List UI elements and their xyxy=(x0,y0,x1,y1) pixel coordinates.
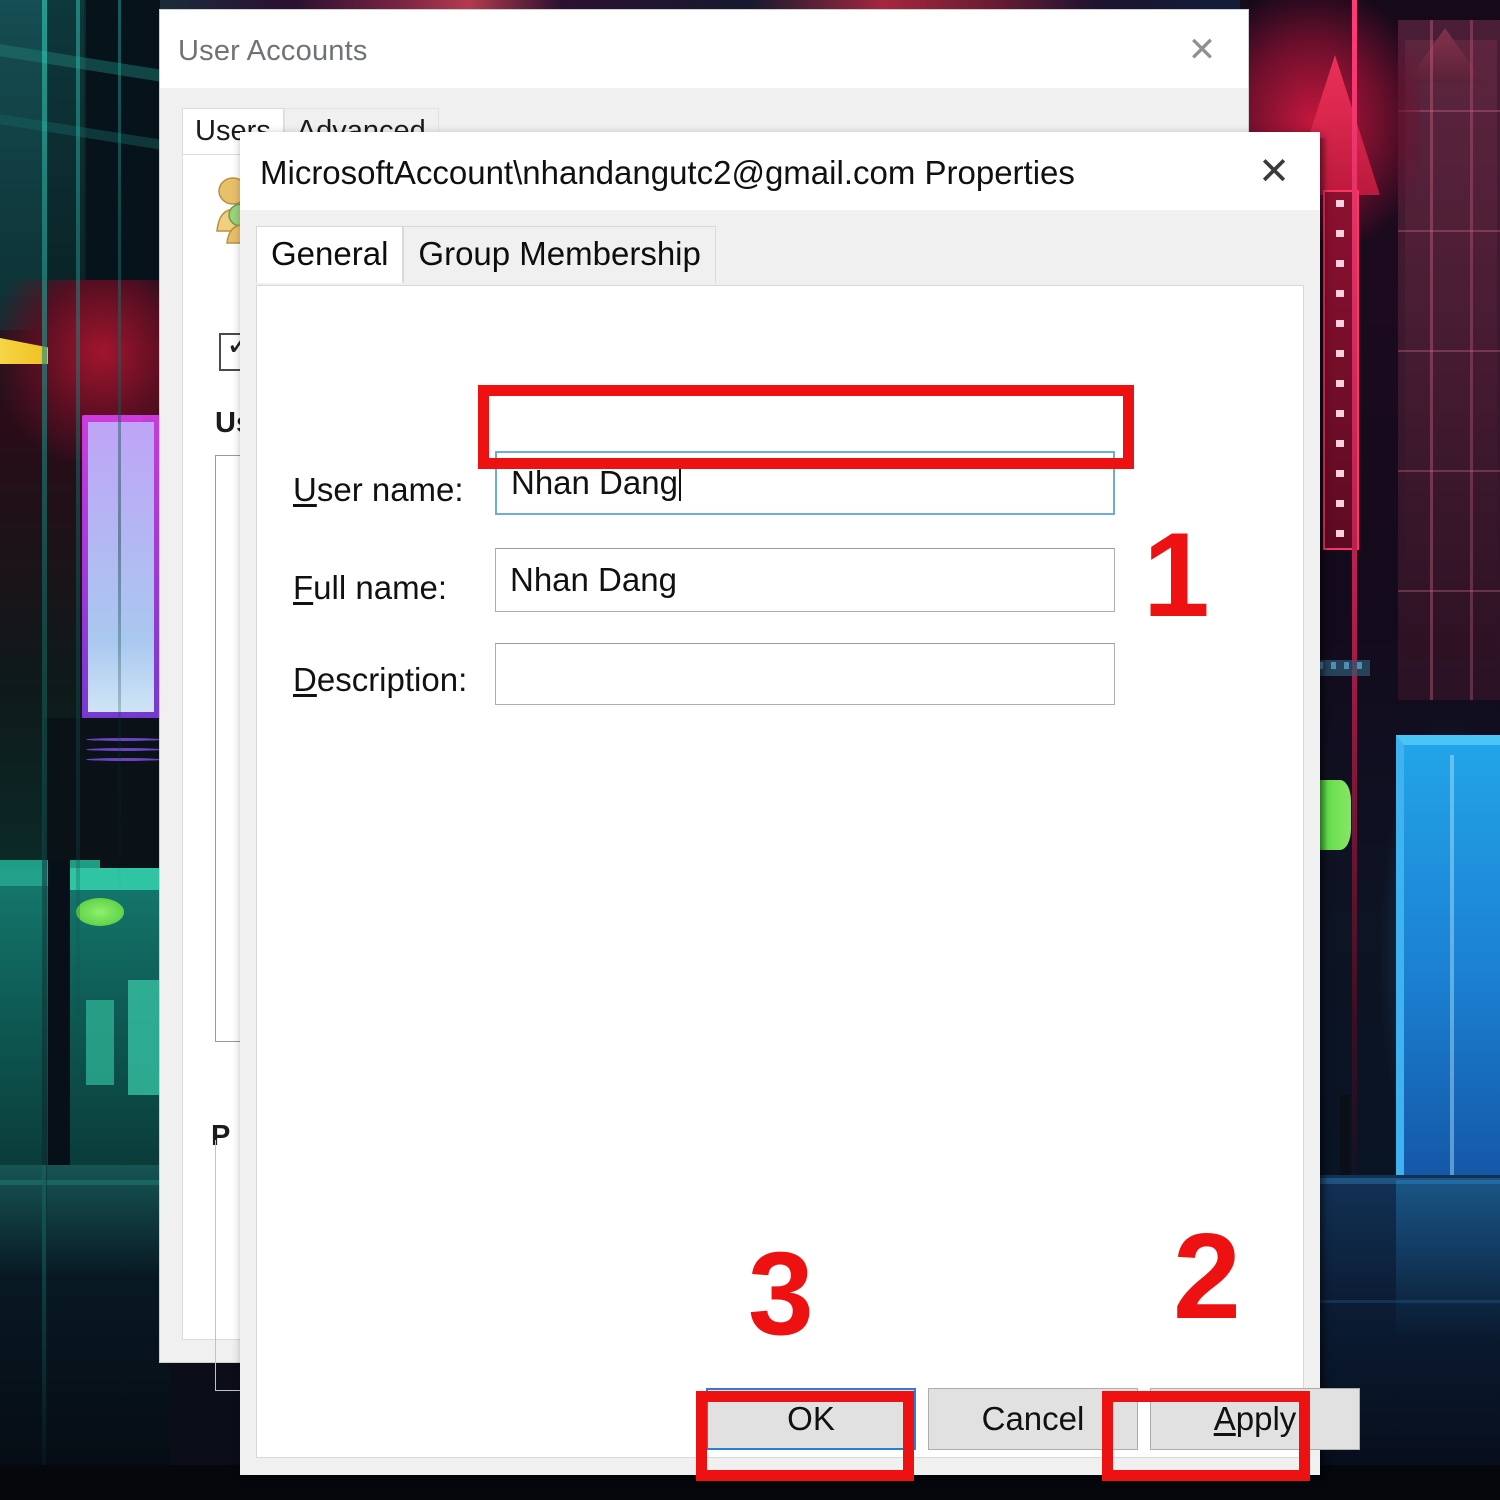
dialog-titlebar[interactable]: MicrosoftAccount\nhandangutc2@gmail.com … xyxy=(240,132,1320,210)
text-caret xyxy=(678,465,681,501)
full-name-input[interactable]: Nhan Dang xyxy=(495,548,1115,612)
full-name-label: Full name: xyxy=(293,569,447,607)
annotation-step-1: 1 xyxy=(1143,508,1210,642)
description-label-rest: escription: xyxy=(316,661,468,698)
tab-general[interactable]: General xyxy=(256,226,404,283)
user-name-label-mnemonic: U xyxy=(293,471,317,508)
description-label: Description: xyxy=(293,661,467,699)
highlight-ok-button xyxy=(696,1391,914,1481)
user-accounts-titlebar[interactable]: User Accounts ✕ xyxy=(160,10,1248,88)
close-icon[interactable]: ✕ xyxy=(1248,148,1300,196)
description-input[interactable] xyxy=(495,643,1115,705)
dialog-shadow-right xyxy=(1320,138,1328,1481)
full-name-value: Nhan Dang xyxy=(510,561,677,598)
cancel-button-label: Cancel xyxy=(981,1400,1085,1437)
user-accounts-title: User Accounts xyxy=(178,35,368,67)
tab-group-membership[interactable]: Group Membership xyxy=(403,226,716,283)
full-name-label-rest: ull name: xyxy=(313,569,448,606)
user-name-label-rest: ser name: xyxy=(316,471,464,508)
dialog-title: MicrosoftAccount\nhandangutc2@gmail.com … xyxy=(260,154,1075,191)
highlight-full-name-field xyxy=(478,385,1134,469)
annotation-step-2: 2 xyxy=(1173,1208,1241,1344)
description-label-mnemonic: D xyxy=(293,661,317,698)
annotation-step-3: 3 xyxy=(748,1228,814,1360)
full-name-label-mnemonic: F xyxy=(293,569,314,606)
dialog-tabstrip[interactable]: General Group Membership xyxy=(256,226,716,283)
user-name-value: Nhan Dang xyxy=(511,464,678,501)
highlight-apply-button xyxy=(1102,1391,1310,1481)
user-name-label: User name: xyxy=(293,471,464,509)
screen-root: User Accounts ✕ Users Advanced ✓ Us P Mi… xyxy=(0,0,1500,1500)
close-icon[interactable]: ✕ xyxy=(1178,28,1226,72)
